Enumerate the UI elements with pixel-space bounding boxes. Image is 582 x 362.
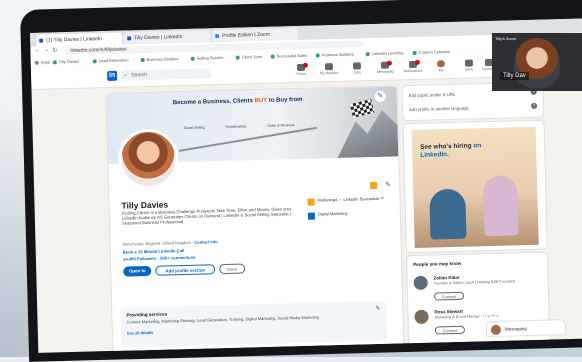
- nav-notifications[interactable]: Notifications: [403, 59, 423, 78]
- nav-label: Me: [438, 68, 444, 73]
- pymk-heading: People you may know: [413, 260, 462, 268]
- checkered-flag-icon: [349, 98, 375, 118]
- linkedin-favicon-icon: [39, 38, 44, 43]
- website-link[interactable]: Book a 15 Minute LinkedIn Call: [123, 248, 185, 255]
- banner-steps-line: [178, 126, 318, 152]
- bookmark[interactable]: Successful Sales: [270, 52, 308, 60]
- nav-home[interactable]: Home: [291, 62, 311, 81]
- bookmark[interactable]: Lead Generation: [92, 56, 129, 64]
- contact-info-link[interactable]: Contact info: [194, 239, 217, 245]
- notification-badge: [386, 60, 392, 66]
- nav-label: Notifications: [403, 68, 423, 74]
- nav-label: Messaging: [376, 69, 394, 74]
- profile-location: Manchester, England, United Kingdom · Co…: [122, 239, 218, 247]
- briefcase-icon: [352, 62, 362, 70]
- search-placeholder: Search: [131, 71, 148, 79]
- bookmark[interactable]: Tilly Davies: [52, 58, 79, 66]
- banner-step: Social Selling: [183, 125, 205, 131]
- hiring-ad[interactable]: See who's hiring on LinkedIn.: [402, 119, 548, 254]
- edit-public-profile-link[interactable]: Edit public profile & URL: [409, 92, 456, 98]
- connect-button[interactable]: Connect: [433, 291, 465, 301]
- see-details-link[interactable]: See all details: [127, 330, 154, 336]
- linkedin-logo-icon[interactable]: in: [107, 70, 118, 81]
- person-name: Zoltan Kalor: [433, 274, 460, 281]
- experience-label: Marketing4 — LinkedIn Specialists ™: [317, 195, 384, 203]
- connect-button[interactable]: Connect: [434, 325, 466, 335]
- edit-banner-icon[interactable]: ✎: [374, 90, 386, 102]
- back-icon[interactable]: ←: [34, 48, 40, 54]
- notification-badge: [302, 62, 309, 68]
- avatar: [414, 309, 429, 325]
- avatar: [413, 275, 428, 291]
- network-icon: [324, 63, 334, 71]
- bookmark[interactable]: LinkedIn Learning: [365, 49, 404, 57]
- nav-label: My Network: [319, 70, 339, 76]
- grid-icon: [464, 59, 474, 67]
- zoom-window-tag: Tilly's Zoom: [495, 36, 517, 41]
- zoom-participant-name: Tilly Dav: [500, 72, 529, 80]
- person-name: Ross Stewart: [434, 308, 464, 315]
- profile-photo[interactable]: [117, 128, 180, 190]
- ad-person: [482, 175, 519, 237]
- bookmark[interactable]: Client Zone: [235, 53, 263, 61]
- search-input[interactable]: ⌕ Search: [121, 68, 212, 81]
- add-language-link[interactable]: Add profile in another language: [409, 106, 469, 113]
- bookmark[interactable]: Apps: [34, 58, 50, 65]
- edit-services-icon[interactable]: ✎: [375, 305, 380, 312]
- open-to-button[interactable]: Open to: [123, 265, 152, 277]
- tab-label: Tilly Davies | LinkedIn: [134, 34, 183, 42]
- linkedin-favicon-icon: [127, 36, 132, 41]
- bookmark[interactable]: Business Builders: [140, 55, 179, 63]
- followers-count[interactable]: 14,485 Followers · 500+ connections: [123, 255, 196, 262]
- banner-step: Relationships: [225, 124, 247, 129]
- ad-title: See who's hiring on LinkedIn.: [420, 142, 482, 159]
- nav-label: Work: [464, 67, 474, 72]
- tab-label: Profile Edition | Zoom: [222, 31, 270, 39]
- ad-person: [429, 188, 467, 240]
- nav-work[interactable]: Work: [459, 59, 479, 76]
- company-logo-icon: [307, 212, 315, 220]
- zoom-participant-video: [514, 38, 560, 88]
- bookmark[interactable]: Content Calendar: [412, 48, 451, 56]
- nav-jobs[interactable]: Jobs: [347, 62, 367, 79]
- nav-me[interactable]: Me: [431, 60, 451, 77]
- nav-my-network[interactable]: My Network: [319, 63, 339, 80]
- more-button[interactable]: More: [219, 263, 246, 275]
- nav-label: Jobs: [353, 70, 361, 75]
- profile-card: Become a Business, Clients BUY to Buy fr…: [105, 85, 405, 353]
- zoom-watermark: zoom Video Webinars: [478, 302, 527, 341]
- nav-messaging[interactable]: Messaging: [375, 60, 395, 78]
- reload-icon[interactable]: ↻: [52, 47, 57, 54]
- avatar: [436, 60, 446, 68]
- providing-services-box[interactable]: Providing services Content Marketing, Ma…: [120, 300, 388, 348]
- banner-title: Become a Business, Clients BUY to Buy fr…: [172, 96, 303, 107]
- search-icon: ⌕: [124, 72, 128, 79]
- bookmark[interactable]: Audience Builders: [315, 51, 354, 59]
- add-profile-section-button[interactable]: Add profile section: [155, 264, 216, 276]
- edit-intro-icon[interactable]: ✎: [385, 182, 391, 189]
- forward-icon[interactable]: →: [43, 47, 49, 53]
- profile-headline: Finding Clients is a Business Challenge …: [121, 206, 292, 227]
- banner-step: Sales & Revenue: [267, 123, 295, 128]
- zoom-favicon-icon: [215, 34, 220, 39]
- ad-image: See who's hiring on LinkedIn.: [411, 126, 539, 249]
- bookmark[interactable]: Selling Secrets: [190, 54, 224, 62]
- experience-label: Digital Marketing: [317, 210, 348, 217]
- help-icon[interactable]: ?: [531, 102, 538, 109]
- company-logo-icon: [370, 181, 378, 190]
- company-logo-icon: [307, 198, 315, 206]
- nav-label: Home: [296, 71, 306, 77]
- tab-label: (1) Tilly Davies | LinkedIn: [46, 36, 103, 44]
- notification-badge: [414, 59, 420, 65]
- providing-heading: Providing services: [126, 311, 168, 318]
